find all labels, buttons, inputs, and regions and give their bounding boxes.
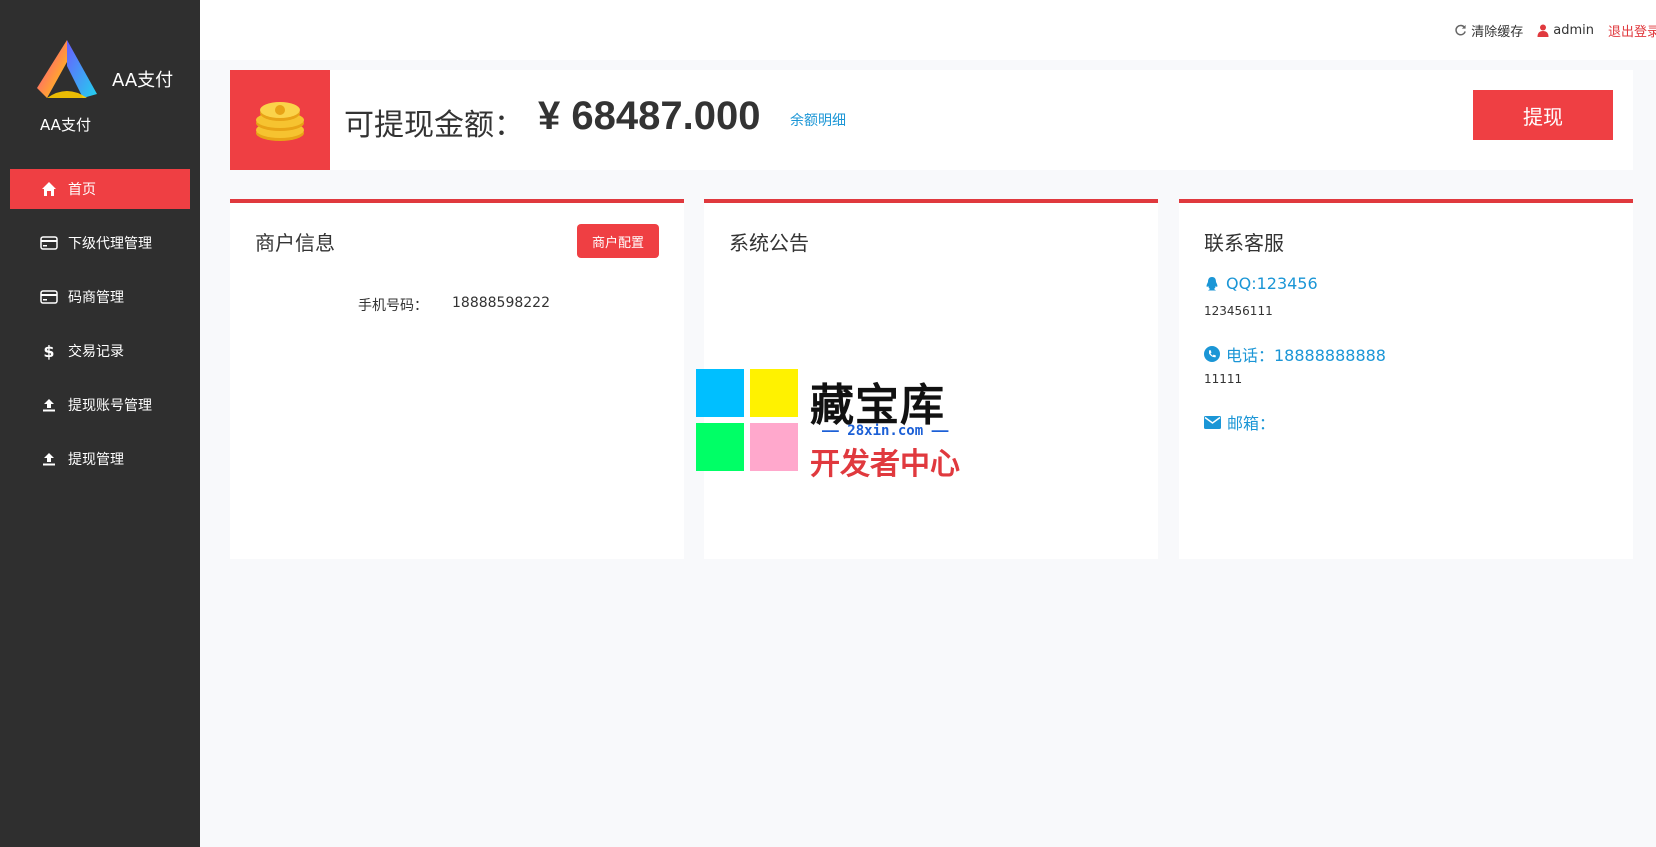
qq-label: QQ:123456 <box>1226 274 1318 293</box>
card-icon <box>40 234 58 252</box>
brand-logo: AA支付 AA支付 <box>30 36 200 136</box>
top-bar: 清除缓存 admin 退出登录 <box>200 0 1656 60</box>
sidebar-item-label: 提现管理 <box>68 452 124 468</box>
watermark-subtitle: 开发者中心 <box>810 447 960 482</box>
contact-email[interactable]: 邮箱： <box>1204 410 1275 434</box>
upload-icon <box>40 450 58 468</box>
refresh-icon <box>1455 24 1467 36</box>
clear-cache-link[interactable]: 清除缓存 <box>1454 21 1523 40</box>
email-label: 邮箱： <box>1227 414 1276 433</box>
user-menu[interactable]: admin <box>1537 23 1594 38</box>
sidebar-item-label: 下级代理管理 <box>68 236 152 252</box>
sidebar-item-home[interactable]: 首页 <box>10 169 190 209</box>
phone-label: 手机号码： <box>358 298 428 314</box>
sidebar-item-transactions[interactable]: $ 交易记录 <box>10 331 190 371</box>
coins-icon <box>230 70 330 170</box>
brand-subtitle: AA支付 <box>40 116 91 134</box>
dollar-icon: $ <box>43 341 55 361</box>
sidebar-item-label: 提现账号管理 <box>68 398 152 414</box>
watermark-square-pink <box>750 423 798 471</box>
home-icon <box>40 180 58 198</box>
watermark-square-blue <box>696 369 744 417</box>
username: admin <box>1553 23 1594 38</box>
balance-detail-link[interactable]: 余额明细 <box>790 110 846 130</box>
balance-card: 可提现金额： ¥ 68487.000 余额明细 提现 <box>230 70 1633 170</box>
merchant-config-button[interactable]: 商户配置 <box>577 224 659 258</box>
balance-label: 可提现金额： <box>344 108 524 143</box>
sidebar-item-sub-agent[interactable]: 下级代理管理 <box>10 223 190 263</box>
panel-title: 系统公告 <box>729 231 809 255</box>
logo-icon <box>37 40 97 98</box>
sidebar-item-code-merchant[interactable]: 码商管理 <box>10 277 190 317</box>
panel-title: 商户信息 <box>255 231 335 255</box>
watermark-square-yellow <box>750 369 798 417</box>
watermark-url: —— 28xin.com —— <box>822 423 949 439</box>
clear-cache-label: 清除缓存 <box>1471 25 1524 40</box>
qq-sub: 123456111 <box>1204 304 1273 318</box>
balance-amount: ¥ 68487.000 <box>538 94 761 138</box>
sidebar-item-label: 交易记录 <box>68 344 124 360</box>
top-actions: 清除缓存 admin 退出登录 <box>1440 21 1656 40</box>
contact-service-panel: 联系客服 QQ:123456 123456111 电话：18888888888 … <box>1179 199 1633 559</box>
sidebar-item-label: 码商管理 <box>68 290 124 306</box>
sidebar-nav: 首页 下级代理管理 码商管理 $ 交易记录 提现账号管理 提现管理 <box>10 169 190 493</box>
user-icon <box>1537 24 1549 37</box>
upload-icon <box>40 396 58 414</box>
merchant-info-panel: 商户信息 商户配置 手机号码： 18888598222 <box>230 199 684 559</box>
watermark-square-green <box>696 423 744 471</box>
phone-value: 18888598222 <box>452 295 550 311</box>
watermark: 藏宝库 —— 28xin.com —— 开发者中心 <box>696 369 962 482</box>
sidebar-item-withdraw-manage[interactable]: 提现管理 <box>10 439 190 479</box>
withdraw-button[interactable]: 提现 <box>1473 90 1613 140</box>
panel-title: 联系客服 <box>1204 231 1284 255</box>
phone-row: 手机号码： 18888598222 <box>358 295 550 315</box>
phone-sub: 11111 <box>1204 372 1243 386</box>
qq-icon <box>1206 276 1218 290</box>
sidebar-item-label: 首页 <box>68 182 96 198</box>
phone-icon <box>1204 346 1220 362</box>
mail-icon <box>1204 415 1221 429</box>
card-icon <box>40 288 58 306</box>
brand-name: AA支付 <box>112 70 174 91</box>
contact-qq[interactable]: QQ:123456 <box>1204 274 1318 293</box>
contact-phone[interactable]: 电话：18888888888 <box>1204 342 1386 366</box>
phone-contact-label: 电话：18888888888 <box>1226 346 1386 365</box>
sidebar: AA支付 AA支付 首页 下级代理管理 码商管理 $ 交易记录 提现账号管理 提… <box>0 0 200 847</box>
sidebar-item-withdraw-accounts[interactable]: 提现账号管理 <box>10 385 190 425</box>
logout-link[interactable]: 退出登录 <box>1608 21 1656 40</box>
